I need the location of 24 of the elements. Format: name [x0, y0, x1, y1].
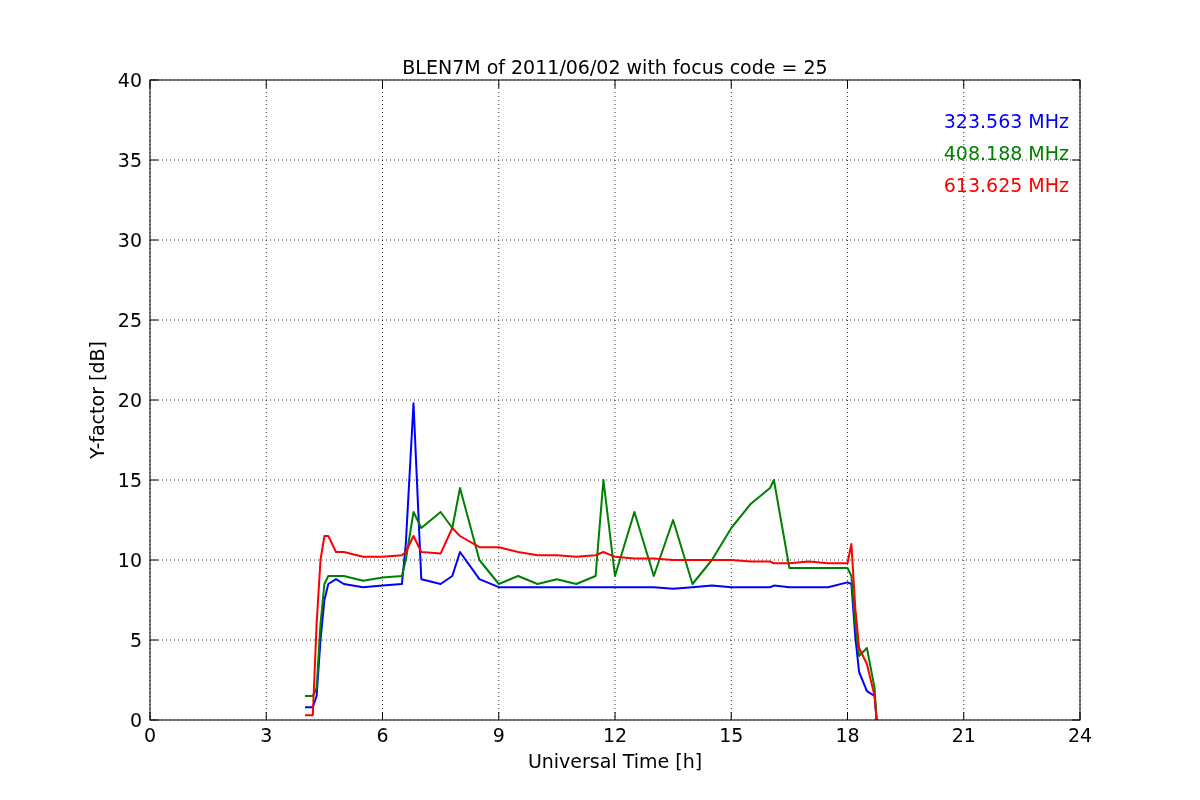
x-tick-label: 12 — [602, 724, 628, 746]
x-tick-label: 6 — [376, 724, 389, 746]
chart-title: BLEN7M of 2011/06/02 with focus code = 25 — [402, 56, 828, 78]
x-tick-label: 0 — [143, 724, 157, 746]
x-tick-label: 24 — [1067, 724, 1093, 746]
x-tick-label: 18 — [835, 724, 860, 746]
x-tick-label: 3 — [260, 724, 273, 746]
x-tick-label: 15 — [719, 724, 744, 746]
y-tick-label: 25 — [117, 309, 142, 331]
x-tick-label: 21 — [951, 724, 976, 746]
legend-label: 613.625 MHz — [943, 174, 1069, 196]
y-tick-label: 15 — [117, 469, 142, 491]
y-tick-label: 40 — [117, 69, 142, 91]
y-tick-label: 30 — [117, 229, 142, 251]
x-tick-label: 9 — [492, 724, 505, 746]
legend-label: 408.188 MHz — [943, 142, 1069, 164]
x-axis-label: Universal Time [h] — [527, 750, 703, 772]
y-tick-label: 0 — [129, 709, 142, 731]
y-tick-label: 20 — [117, 389, 142, 411]
y-tick-label: 35 — [117, 149, 142, 171]
y-axis-label: Y-factor [dB] — [86, 341, 108, 459]
legend-label: 323.563 MHz — [943, 110, 1069, 132]
y-tick-label: 10 — [117, 549, 142, 571]
y-tick-label: 5 — [129, 629, 142, 651]
